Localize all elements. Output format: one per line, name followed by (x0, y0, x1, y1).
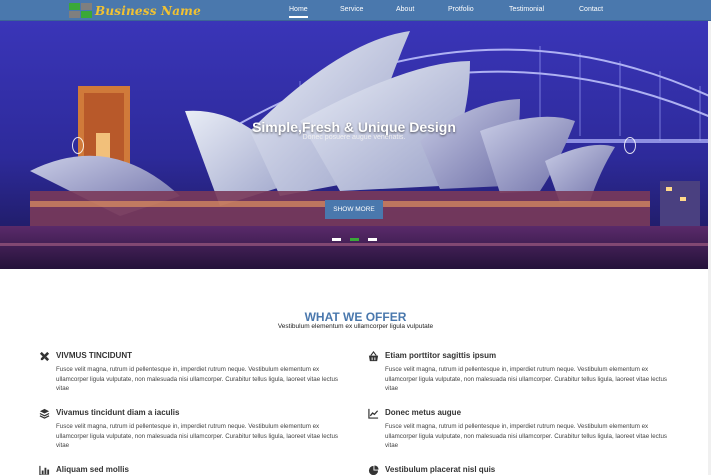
page: Business Name Home Service About Protfol… (0, 0, 711, 475)
nav-item-testimonial[interactable]: Testimonial (509, 6, 544, 13)
feature-title: VIVMUS TINCIDUNT (56, 351, 132, 360)
feature-title: Vestibulum placerat nisl quis (385, 465, 496, 474)
top-navbar: Business Name Home Service About Protfol… (0, 0, 711, 21)
feature-description: Fusce velit magna, rutrum id pellentesqu… (385, 423, 668, 449)
slider-indicator-1[interactable] (332, 238, 341, 241)
show-more-button[interactable]: SHOW MORE (325, 200, 383, 219)
feature-description: Fusce velit magna, rutrum id pellentesqu… (56, 423, 339, 449)
hero-slider: Simple,Fresh & Unique Design Donec posue… (0, 21, 708, 269)
hero-title: Simple,Fresh & Unique Design (252, 119, 456, 135)
feature-title: Donec metus augue (385, 408, 462, 417)
feature-description: Fusce velit magna, rutrum id pellentesqu… (56, 366, 339, 392)
bar-chart-icon (39, 465, 50, 475)
nav-item-contact[interactable]: Contact (579, 6, 603, 13)
line-chart-icon (368, 408, 379, 419)
hero-subtitle: Donec posuere augue venenatis. (302, 134, 406, 141)
feature-title: Aliquam sed mollis (56, 465, 129, 474)
offer-heading: WHAT WE OFFER (304, 310, 407, 324)
slider-prev-arrow-icon[interactable] (72, 137, 84, 154)
offer-subheading: Vestibulum elementum ex ullamcorper ligu… (277, 323, 434, 330)
feature-title: Vivamus tincidunt diam a iaculis (56, 408, 180, 417)
nav-menu: Home Service About Protfolio Testimonial… (0, 0, 711, 21)
feature-title: Etiam porttitor sagittis ipsum (385, 351, 497, 360)
nav-item-service[interactable]: Service (340, 6, 363, 13)
basket-icon (368, 351, 379, 362)
hero-background-image (0, 21, 708, 269)
slider-indicator-2[interactable] (350, 238, 359, 241)
layers-icon (39, 408, 50, 419)
slider-indicator-3[interactable] (368, 238, 377, 241)
wrench-screwdriver-icon (39, 351, 50, 362)
slider-next-arrow-icon[interactable] (624, 137, 636, 154)
pie-chart-icon (368, 465, 379, 475)
nav-item-home[interactable]: Home (289, 6, 308, 18)
feature-description: Fusce velit magna, rutrum id pellentesqu… (385, 366, 668, 392)
nav-item-about[interactable]: About (396, 6, 414, 13)
nav-item-protfolio[interactable]: Protfolio (448, 6, 474, 13)
